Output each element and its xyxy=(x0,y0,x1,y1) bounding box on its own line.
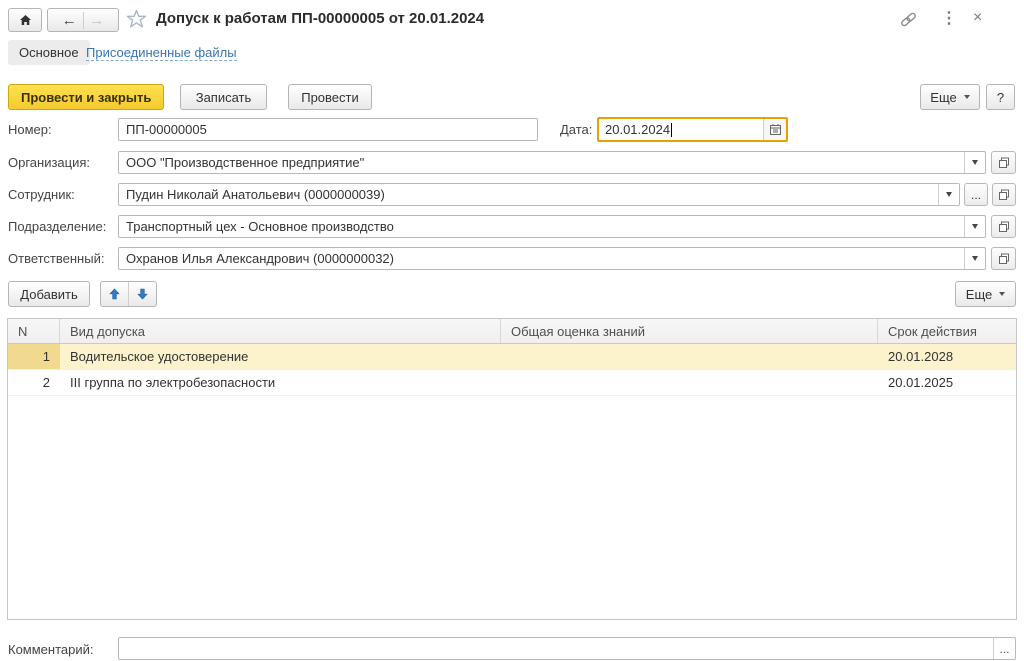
more-label: Еще xyxy=(966,287,992,302)
get-link-icon[interactable] xyxy=(899,11,918,28)
organization-value: ООО "Производственное предприятие" xyxy=(119,155,964,170)
table-row[interactable]: 2III группа по электробезопасности 20.01.… xyxy=(8,370,1016,396)
column-header-n[interactable]: N xyxy=(8,319,60,343)
organization-label: Организация: xyxy=(8,151,90,174)
employee-choose-button[interactable]: ... xyxy=(964,183,988,206)
table-cell[interactable]: Водительское удостоверение xyxy=(60,344,501,369)
home-icon xyxy=(19,14,32,26)
department-value: Транспортный цех - Основное производство xyxy=(119,219,964,234)
save-button[interactable]: Записать xyxy=(180,84,267,110)
column-header-type[interactable]: Вид допуска xyxy=(60,319,501,343)
more-button-table[interactable]: Еще xyxy=(955,281,1016,307)
responsible-value: Охранов Илья Александрович (0000000032) xyxy=(119,251,964,266)
number-label: Номер: xyxy=(8,118,52,141)
table-cell[interactable]: 20.01.2028 xyxy=(878,344,1016,369)
permits-table: N Вид допуска Общая оценка знаний Срок д… xyxy=(7,318,1017,620)
responsible-open-button[interactable] xyxy=(991,247,1016,270)
back-button[interactable]: ← xyxy=(56,12,84,29)
responsible-input[interactable]: Охранов Илья Александрович (0000000032) xyxy=(118,247,986,270)
help-button[interactable]: ? xyxy=(986,84,1015,110)
table-body: 1Водительское удостоверение20.01.20282II… xyxy=(8,344,1016,396)
dropdown-icon[interactable] xyxy=(964,216,985,237)
table-cell[interactable] xyxy=(501,344,878,369)
department-input[interactable]: Транспортный цех - Основное производство xyxy=(118,215,986,238)
table-cell[interactable]: 20.01.2025 xyxy=(878,370,1016,395)
dropdown-icon[interactable] xyxy=(964,248,985,269)
calendar-icon[interactable] xyxy=(763,119,786,140)
table-header: N Вид допуска Общая оценка знаний Срок д… xyxy=(8,319,1016,344)
table-cell[interactable]: 2 xyxy=(8,370,60,395)
responsible-label: Ответственный: xyxy=(8,247,104,270)
chevron-down-icon xyxy=(964,95,970,99)
table-row[interactable]: 1Водительское удостоверение 20.01.2028 xyxy=(8,344,1016,370)
move-up-icon[interactable] xyxy=(101,282,129,306)
employee-input[interactable]: Пудин Николай Анатольевич (0000000039) xyxy=(118,183,960,206)
table-cell[interactable] xyxy=(501,370,878,395)
post-button[interactable]: Провести xyxy=(288,84,372,110)
organization-input[interactable]: ООО "Производственное предприятие" xyxy=(118,151,986,174)
number-input[interactable] xyxy=(118,118,538,141)
favorite-star-icon[interactable] xyxy=(126,9,147,30)
comment-label: Комментарий: xyxy=(8,638,94,661)
history-nav: ← → xyxy=(47,8,119,32)
column-header-valid[interactable]: Срок действия xyxy=(878,319,1016,343)
more-button-toolbar[interactable]: Еще xyxy=(920,84,980,110)
table-cell[interactable]: 1 xyxy=(8,344,60,369)
comment-choose-button[interactable]: ... xyxy=(993,638,1015,659)
employee-label: Сотрудник: xyxy=(8,183,75,206)
organization-open-button[interactable] xyxy=(991,151,1016,174)
home-button[interactable] xyxy=(8,8,42,32)
department-label: Подразделение: xyxy=(8,215,106,238)
dropdown-icon[interactable] xyxy=(938,184,959,205)
employee-open-button[interactable] xyxy=(992,183,1016,206)
date-input[interactable]: 20.01.2024 xyxy=(597,117,788,142)
move-row-buttons xyxy=(100,281,157,307)
date-value: 20.01.2024 xyxy=(599,122,670,137)
move-down-icon[interactable] xyxy=(129,282,156,306)
post-and-close-button[interactable]: Провести и закрыть xyxy=(8,84,164,110)
page-title: Допуск к работам ПП-00000005 от 20.01.20… xyxy=(156,10,484,27)
more-label: Еще xyxy=(930,90,956,105)
text-cursor xyxy=(671,123,672,137)
chevron-down-icon xyxy=(999,292,1005,296)
dropdown-icon[interactable] xyxy=(964,152,985,173)
close-icon[interactable]: × xyxy=(973,8,982,28)
employee-value: Пудин Николай Анатольевич (0000000039) xyxy=(119,187,938,202)
tab-main[interactable]: Основное xyxy=(8,40,90,65)
kebab-menu-icon[interactable]: ⋮ xyxy=(941,9,957,29)
comment-input[interactable]: ... xyxy=(118,637,1016,660)
add-row-button[interactable]: Добавить xyxy=(8,281,90,307)
forward-button[interactable]: → xyxy=(84,12,111,29)
table-cell[interactable]: III группа по электробезопасности xyxy=(60,370,501,395)
column-header-score[interactable]: Общая оценка знаний xyxy=(501,319,878,343)
department-open-button[interactable] xyxy=(991,215,1016,238)
date-label: Дата: xyxy=(560,118,592,141)
tab-attached-files[interactable]: Присоединенные файлы xyxy=(86,45,237,61)
